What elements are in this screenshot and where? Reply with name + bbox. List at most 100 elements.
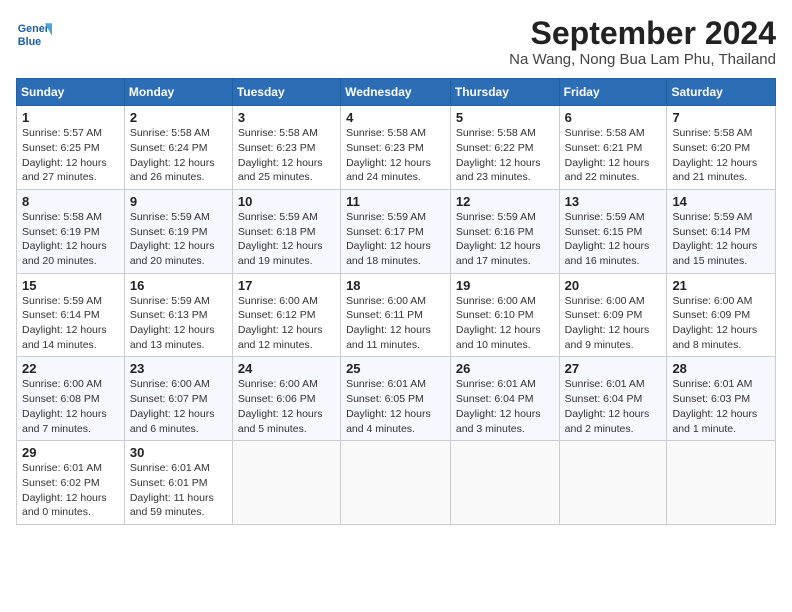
day-info: Sunrise: 5:58 AMSunset: 6:23 PMDaylight:…: [346, 127, 431, 183]
day-info: Sunrise: 6:01 AMSunset: 6:03 PMDaylight:…: [672, 378, 757, 434]
day-info: Sunrise: 5:58 AMSunset: 6:23 PMDaylight:…: [238, 127, 323, 183]
calendar-week-3: 15 Sunrise: 5:59 AMSunset: 6:14 PMDaylig…: [17, 273, 776, 357]
day-number: 23: [130, 361, 227, 376]
day-number: 9: [130, 194, 227, 209]
calendar-cell: 25 Sunrise: 6:01 AMSunset: 6:05 PMDaylig…: [341, 357, 451, 441]
day-info: Sunrise: 5:58 AMSunset: 6:22 PMDaylight:…: [456, 127, 541, 183]
day-info: Sunrise: 6:00 AMSunset: 6:11 PMDaylight:…: [346, 295, 431, 351]
day-number: 6: [565, 110, 662, 125]
day-info: Sunrise: 5:59 AMSunset: 6:15 PMDaylight:…: [565, 211, 650, 267]
calendar-cell: 19 Sunrise: 6:00 AMSunset: 6:10 PMDaylig…: [450, 273, 559, 357]
weekday-header-tuesday: Tuesday: [232, 79, 340, 106]
day-info: Sunrise: 5:58 AMSunset: 6:19 PMDaylight:…: [22, 211, 107, 267]
calendar-week-2: 8 Sunrise: 5:58 AMSunset: 6:19 PMDayligh…: [17, 189, 776, 273]
calendar-cell: [450, 441, 559, 525]
calendar-cell: 10 Sunrise: 5:59 AMSunset: 6:18 PMDaylig…: [232, 189, 340, 273]
day-number: 29: [22, 445, 119, 460]
day-number: 30: [130, 445, 227, 460]
day-number: 21: [672, 278, 770, 293]
calendar-cell: 4 Sunrise: 5:58 AMSunset: 6:23 PMDayligh…: [341, 106, 451, 190]
day-info: Sunrise: 6:00 AMSunset: 6:10 PMDaylight:…: [456, 295, 541, 351]
day-number: 4: [346, 110, 445, 125]
calendar-week-1: 1 Sunrise: 5:57 AMSunset: 6:25 PMDayligh…: [17, 106, 776, 190]
day-number: 24: [238, 361, 335, 376]
day-number: 27: [565, 361, 662, 376]
calendar-cell: 7 Sunrise: 5:58 AMSunset: 6:20 PMDayligh…: [667, 106, 776, 190]
day-info: Sunrise: 6:01 AMSunset: 6:05 PMDaylight:…: [346, 378, 431, 434]
calendar-cell: 21 Sunrise: 6:00 AMSunset: 6:09 PMDaylig…: [667, 273, 776, 357]
day-info: Sunrise: 5:59 AMSunset: 6:14 PMDaylight:…: [22, 295, 107, 351]
calendar-cell: 26 Sunrise: 6:01 AMSunset: 6:04 PMDaylig…: [450, 357, 559, 441]
day-info: Sunrise: 5:57 AMSunset: 6:25 PMDaylight:…: [22, 127, 107, 183]
calendar-cell: 8 Sunrise: 5:58 AMSunset: 6:19 PMDayligh…: [17, 189, 125, 273]
weekday-header-sunday: Sunday: [17, 79, 125, 106]
day-number: 25: [346, 361, 445, 376]
calendar-cell: 12 Sunrise: 5:59 AMSunset: 6:16 PMDaylig…: [450, 189, 559, 273]
day-number: 2: [130, 110, 227, 125]
day-number: 7: [672, 110, 770, 125]
month-title: September 2024: [509, 16, 776, 51]
location-title: Na Wang, Nong Bua Lam Phu, Thailand: [509, 51, 776, 68]
day-number: 19: [456, 278, 554, 293]
calendar-cell: 9 Sunrise: 5:59 AMSunset: 6:19 PMDayligh…: [124, 189, 232, 273]
calendar-cell: 17 Sunrise: 6:00 AMSunset: 6:12 PMDaylig…: [232, 273, 340, 357]
day-info: Sunrise: 5:58 AMSunset: 6:20 PMDaylight:…: [672, 127, 757, 183]
calendar-cell: 30 Sunrise: 6:01 AMSunset: 6:01 PMDaylig…: [124, 441, 232, 525]
calendar-cell: 1 Sunrise: 5:57 AMSunset: 6:25 PMDayligh…: [17, 106, 125, 190]
calendar-cell: 6 Sunrise: 5:58 AMSunset: 6:21 PMDayligh…: [559, 106, 667, 190]
day-info: Sunrise: 5:58 AMSunset: 6:24 PMDaylight:…: [130, 127, 215, 183]
day-info: Sunrise: 5:59 AMSunset: 6:19 PMDaylight:…: [130, 211, 215, 267]
day-info: Sunrise: 6:00 AMSunset: 6:09 PMDaylight:…: [672, 295, 757, 351]
day-info: Sunrise: 6:00 AMSunset: 6:08 PMDaylight:…: [22, 378, 107, 434]
day-info: Sunrise: 6:00 AMSunset: 6:07 PMDaylight:…: [130, 378, 215, 434]
calendar-cell: 14 Sunrise: 5:59 AMSunset: 6:14 PMDaylig…: [667, 189, 776, 273]
logo-icon: General Blue: [16, 16, 52, 52]
day-number: 18: [346, 278, 445, 293]
day-number: 22: [22, 361, 119, 376]
calendar-cell: [667, 441, 776, 525]
page-header: General Blue September 2024 Na Wang, Non…: [16, 16, 776, 68]
day-info: Sunrise: 6:00 AMSunset: 6:09 PMDaylight:…: [565, 295, 650, 351]
day-info: Sunrise: 6:00 AMSunset: 6:06 PMDaylight:…: [238, 378, 323, 434]
calendar-table: SundayMondayTuesdayWednesdayThursdayFrid…: [16, 78, 776, 525]
calendar-cell: 24 Sunrise: 6:00 AMSunset: 6:06 PMDaylig…: [232, 357, 340, 441]
calendar-cell: 20 Sunrise: 6:00 AMSunset: 6:09 PMDaylig…: [559, 273, 667, 357]
calendar-cell: 2 Sunrise: 5:58 AMSunset: 6:24 PMDayligh…: [124, 106, 232, 190]
day-number: 15: [22, 278, 119, 293]
calendar-week-5: 29 Sunrise: 6:01 AMSunset: 6:02 PMDaylig…: [17, 441, 776, 525]
weekday-header-friday: Friday: [559, 79, 667, 106]
day-number: 11: [346, 194, 445, 209]
day-number: 16: [130, 278, 227, 293]
weekday-header-wednesday: Wednesday: [341, 79, 451, 106]
calendar-cell: 27 Sunrise: 6:01 AMSunset: 6:04 PMDaylig…: [559, 357, 667, 441]
calendar-cell: [559, 441, 667, 525]
calendar-cell: 28 Sunrise: 6:01 AMSunset: 6:03 PMDaylig…: [667, 357, 776, 441]
day-info: Sunrise: 6:01 AMSunset: 6:04 PMDaylight:…: [456, 378, 541, 434]
calendar-cell: 5 Sunrise: 5:58 AMSunset: 6:22 PMDayligh…: [450, 106, 559, 190]
day-number: 3: [238, 110, 335, 125]
day-number: 12: [456, 194, 554, 209]
day-info: Sunrise: 6:00 AMSunset: 6:12 PMDaylight:…: [238, 295, 323, 351]
day-number: 28: [672, 361, 770, 376]
calendar-cell: 18 Sunrise: 6:00 AMSunset: 6:11 PMDaylig…: [341, 273, 451, 357]
day-number: 10: [238, 194, 335, 209]
weekday-header-thursday: Thursday: [450, 79, 559, 106]
day-info: Sunrise: 5:59 AMSunset: 6:14 PMDaylight:…: [672, 211, 757, 267]
day-info: Sunrise: 6:01 AMSunset: 6:01 PMDaylight:…: [130, 462, 214, 518]
day-number: 8: [22, 194, 119, 209]
day-number: 26: [456, 361, 554, 376]
calendar-cell: [341, 441, 451, 525]
day-number: 5: [456, 110, 554, 125]
calendar-cell: 3 Sunrise: 5:58 AMSunset: 6:23 PMDayligh…: [232, 106, 340, 190]
weekday-header-monday: Monday: [124, 79, 232, 106]
day-info: Sunrise: 5:59 AMSunset: 6:18 PMDaylight:…: [238, 211, 323, 267]
day-info: Sunrise: 5:59 AMSunset: 6:17 PMDaylight:…: [346, 211, 431, 267]
logo: General Blue: [16, 16, 52, 52]
day-info: Sunrise: 5:59 AMSunset: 6:16 PMDaylight:…: [456, 211, 541, 267]
calendar-week-4: 22 Sunrise: 6:00 AMSunset: 6:08 PMDaylig…: [17, 357, 776, 441]
day-info: Sunrise: 6:01 AMSunset: 6:02 PMDaylight:…: [22, 462, 107, 518]
calendar-cell: [232, 441, 340, 525]
svg-text:Blue: Blue: [18, 36, 41, 48]
day-number: 13: [565, 194, 662, 209]
calendar-cell: 13 Sunrise: 5:59 AMSunset: 6:15 PMDaylig…: [559, 189, 667, 273]
